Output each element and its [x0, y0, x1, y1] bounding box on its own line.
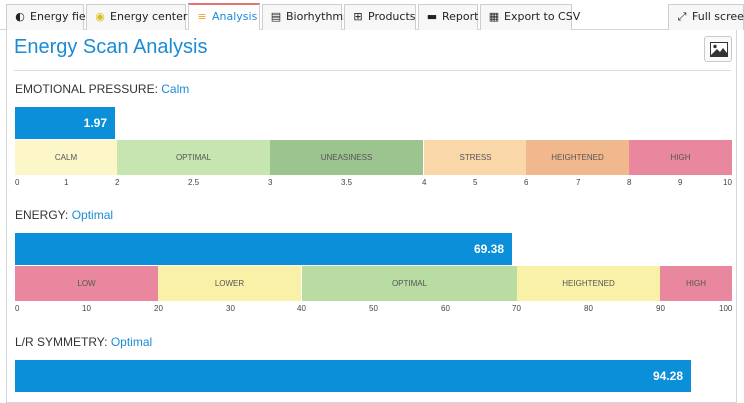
tick-label: 5 [473, 178, 478, 187]
emotional-pressure-value-bar: 1.97 [15, 107, 115, 139]
energy-value-bar: 69.38 [15, 233, 512, 265]
energy-heading: ENERGY: Optimal [15, 208, 113, 222]
tab-label: Report [442, 10, 479, 23]
tab-analysis[interactable]: ≡ Analysis [188, 3, 260, 30]
tick-label: 6 [524, 178, 529, 187]
fullscreen-label: Full screen [692, 10, 744, 23]
tick-label: 9 [678, 178, 683, 187]
fullscreen-icon: ⤢ [677, 10, 687, 23]
tick-label: 3.5 [341, 178, 353, 187]
tick-label: 90 [656, 304, 665, 313]
section-status: Calm [161, 82, 190, 96]
csv-icon: ▦ [488, 10, 500, 23]
export-image-button[interactable] [704, 36, 732, 62]
section-label: EMOTIONAL PRESSURE: [15, 82, 158, 96]
tick-label: 10 [723, 178, 732, 187]
scale-zone-high: HIGH [629, 140, 732, 175]
tick-label: 2 [115, 178, 120, 187]
energy-field-icon: ◐ [15, 10, 25, 23]
tick-label: 100 [719, 304, 733, 313]
tick-label: 10 [82, 304, 91, 313]
section-label: L/R SYMMETRY: [15, 335, 108, 349]
cart-icon: ⊞ [353, 10, 363, 23]
tick-label: 3 [268, 178, 273, 187]
analysis-icon: ≡ [197, 10, 207, 23]
tick-label: 0 [15, 178, 20, 187]
scale-zone-optimal: OPTIMAL [302, 266, 517, 301]
tick-label: 30 [226, 304, 235, 313]
tick-label: 1 [64, 178, 69, 187]
lr-symmetry-heading: L/R SYMMETRY: Optimal [15, 335, 152, 349]
tab-label: Export to CSV [504, 10, 581, 23]
value-label: 1.97 [83, 116, 107, 130]
tick-label: 8 [627, 178, 632, 187]
tab-energy-field[interactable]: ◐ Energy field [6, 4, 96, 30]
scale-zone-high: HIGH [660, 266, 732, 301]
section-status: Optimal [71, 208, 114, 222]
tab-label: Products [368, 10, 416, 23]
scale-zone-heightened: HEIGHTENED [517, 266, 660, 301]
tab-energy-centers[interactable]: ◉ Energy centers [86, 4, 193, 30]
tab-report[interactable]: ▬ Report [418, 4, 478, 30]
scale-zone-uneasiness: UNEASINESS [270, 140, 423, 175]
energy-ticks: 0 10 20 30 40 50 60 70 80 90 100 [15, 304, 732, 316]
image-icon [710, 42, 728, 57]
scale-zone-lower: LOWER [158, 266, 301, 301]
emotional-pressure-scale: CALM OPTIMAL UNEASINESS STRESS HEIGHTENED HIG… [15, 140, 732, 175]
energy-centers-icon: ◉ [95, 10, 105, 23]
scale-zone-optimal: OPTIMAL [117, 140, 270, 175]
tab-label: Biorhythms [286, 10, 349, 23]
title-divider [14, 70, 731, 71]
biorhythms-icon: ▤ [270, 10, 282, 23]
fullscreen-button[interactable]: ⤢ Full screen [668, 4, 744, 30]
scale-zone-heightened: HEIGHTENED [526, 140, 629, 175]
value-label: 69.38 [473, 242, 504, 256]
tab-biorhythms[interactable]: ▤ Biorhythms [262, 4, 349, 30]
tab-products[interactable]: ⊞ Products [344, 4, 416, 30]
tick-label: 80 [584, 304, 593, 313]
tab-bar: ◐ Energy field ◉ Energy centers ≡ Analysis … [0, 0, 744, 30]
emotional-pressure-ticks: 0 1 2 2.5 3 3.5 4 5 6 7 8 9 10 [15, 178, 732, 190]
tick-label: 2.5 [188, 178, 200, 187]
value-label: 94.28 [652, 369, 683, 383]
tab-export-csv[interactable]: ▦ Export to CSV [480, 4, 580, 30]
tick-label: 60 [441, 304, 450, 313]
scale-zone-stress: STRESS [424, 140, 527, 175]
section-status: Optimal [110, 335, 153, 349]
tick-label: 0 [15, 304, 20, 313]
scale-zone-low: LOW [15, 266, 158, 301]
page-title: Energy Scan Analysis [14, 36, 208, 58]
tick-label: 7 [576, 178, 581, 187]
scale-zone-calm: CALM [15, 140, 117, 175]
tick-label: 20 [154, 304, 163, 313]
tick-label: 40 [297, 304, 306, 313]
lr-symmetry-value-bar: 94.28 [15, 360, 691, 392]
emotional-pressure-heading: EMOTIONAL PRESSURE: Calm [15, 82, 189, 96]
tick-label: 70 [512, 304, 521, 313]
tab-label: Energy centers [110, 10, 194, 23]
tick-label: 50 [369, 304, 378, 313]
energy-scale: LOW LOWER OPTIMAL HEIGHTENED HIGH [15, 266, 732, 301]
section-label: ENERGY: [15, 208, 69, 222]
tick-label: 4 [422, 178, 427, 187]
tab-label: Analysis [212, 10, 258, 23]
print-icon: ▬ [426, 10, 438, 23]
